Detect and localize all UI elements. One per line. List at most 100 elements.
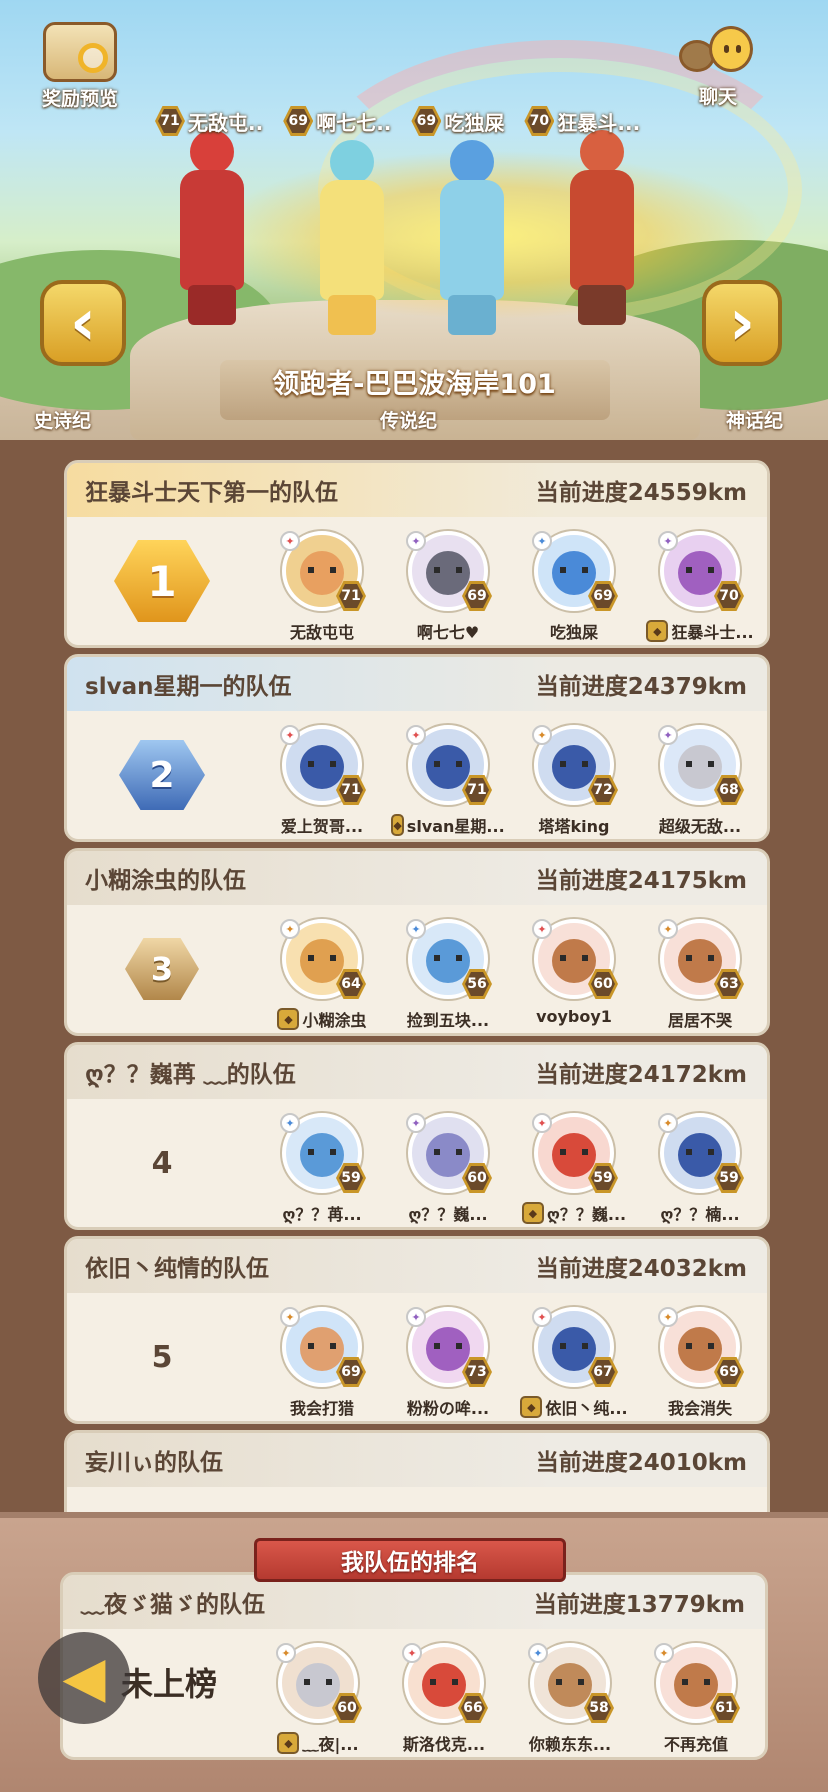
rank-badge-bronze: 3 <box>107 919 217 1019</box>
avatar: ✦ 59 <box>532 1113 618 1193</box>
member[interactable]: ✦ 64 ◆ 小糊涂虫 <box>267 919 377 1031</box>
member[interactable]: ✦ 59 ღ？？楠... <box>645 1113 755 1225</box>
team-card[interactable]: 小糊涂虫的队伍 当前进度24175km 3 ✦ 64 ◆ 小糊涂虫 ✦ 56 捡到五块… <box>64 848 770 1036</box>
member-name: 依旧丶纯... <box>545 1399 628 1418</box>
back-button[interactable]: ◀ <box>38 1632 130 1724</box>
avatar: ✦ 60 <box>532 919 618 999</box>
member[interactable]: ✦ 60 ◆ ﹏夜|... <box>263 1643 373 1755</box>
member[interactable]: ✦ 56 捡到五块... <box>393 919 503 1031</box>
member[interactable]: ✦ 66 斯洛伐克... <box>389 1643 499 1755</box>
member[interactable]: ✦ 72 塔塔king <box>519 725 629 837</box>
member-name: 塔塔king <box>538 817 610 836</box>
member[interactable]: ✦ 73 粉粉の哞... <box>393 1307 503 1419</box>
level-badge: 69 <box>588 581 618 611</box>
element-icon: ✦ <box>658 919 678 939</box>
member-name: 你赖东东... <box>528 1735 612 1754</box>
level-badge: 59 <box>588 1163 618 1193</box>
level-badge: 71 <box>155 106 185 136</box>
element-icon: ✦ <box>654 1643 674 1663</box>
team-name: 狂暴斗士天下第一的队伍 <box>85 480 338 506</box>
rank-badge-silver: 2 <box>107 725 217 825</box>
chevron-left-icon: ‹ <box>69 286 97 360</box>
element-icon: ✦ <box>406 725 426 745</box>
team-progress: 当前进度24010km <box>535 1450 747 1476</box>
team-card[interactable]: 依旧丶纯情的队伍 当前进度24032km 5 ✦ 69 我会打猎 ✦ 73 粉粉の哞… <box>64 1236 770 1424</box>
team-card-header: ﹏夜ゞ猫ゞ的队伍 当前进度13779km <box>63 1575 765 1629</box>
member[interactable]: ✦ 69 吃独屎 <box>519 531 629 643</box>
member[interactable]: ✦ 69 我会打猎 <box>267 1307 377 1419</box>
level-badge: 63 <box>714 969 744 999</box>
era-tab-myth[interactable]: 神话纪 <box>726 406 783 433</box>
level-badge: 60 <box>588 969 618 999</box>
avatar: ✦ 71 <box>406 725 492 805</box>
captain-shield-icon: ◆ <box>391 814 404 836</box>
team-progress: 当前进度24032km <box>535 1256 747 1282</box>
element-icon: ✦ <box>280 919 300 939</box>
element-icon: ✦ <box>406 531 426 551</box>
avatar: ✦ 64 <box>280 919 366 999</box>
captain-shield-icon: ◆ <box>520 1396 543 1418</box>
member[interactable]: ✦ 60 voyboy1 <box>519 919 629 1026</box>
team-progress: 当前进度24175km <box>535 868 747 894</box>
member[interactable]: ✦ 70 ◆ 狂暴斗士... <box>645 531 755 643</box>
level-badge: 66 <box>458 1693 488 1723</box>
element-icon: ✦ <box>280 531 300 551</box>
team-name: 依旧丶纯情的队伍 <box>85 1256 269 1282</box>
member[interactable]: ✦ 60 ღ？？巍... <box>393 1113 503 1225</box>
member[interactable]: ✦ 59 ღ？？苒... <box>267 1113 377 1225</box>
era-tab-epic[interactable]: 史诗纪 <box>34 406 91 433</box>
avatar: ✦ 66 <box>402 1643 488 1723</box>
team-card[interactable]: 妄川ぃ的队伍 当前进度24010km <box>64 1430 770 1512</box>
avatar: ✦ 56 <box>406 919 492 999</box>
team-card-header: ღ？？巍苒 ﹏的队伍 当前进度24172km <box>67 1045 767 1099</box>
rank-badge-gold: 1 <box>107 531 217 631</box>
member-name: 我会消失 <box>667 1399 732 1418</box>
member[interactable]: ✦ 63 居居不哭 <box>645 919 755 1031</box>
team-name: ﹏夜ゞ猫ゞ的队伍 <box>81 1592 265 1618</box>
level-badge: 56 <box>462 969 492 999</box>
team-card[interactable]: ღ？？巍苒 ﹏的队伍 当前进度24172km 4 ✦ 59 ღ？？苒... ✦ 60… <box>64 1042 770 1230</box>
member[interactable]: ✦ 71 无敌屯屯 <box>267 531 377 643</box>
leader-names-row: 71 无敌屯.. 69 啊七七.. 69 吃独屎 70 狂暴斗... <box>155 104 660 138</box>
member-name: 小糊涂虫 <box>302 1011 367 1030</box>
member[interactable]: ✦ 61 不再充值 <box>641 1643 751 1755</box>
member[interactable]: ✦ 59 ◆ ღ？？巍... <box>519 1113 629 1225</box>
reward-preview-button[interactable]: 奖励预览 <box>30 22 130 111</box>
avatar: ✦ 70 <box>658 531 744 611</box>
member[interactable]: ✦ 58 你赖东东... <box>515 1643 625 1755</box>
member-name: 粉粉の哞... <box>406 1399 490 1418</box>
member[interactable]: ✦ 69 我会消失 <box>645 1307 755 1419</box>
team-name: ღ？？巍苒 ﹏的队伍 <box>85 1062 296 1088</box>
arrow-left-icon: ◀ <box>62 1645 106 1710</box>
level-badge: 71 <box>336 775 366 805</box>
member-name: ﹏夜|... <box>302 1735 359 1754</box>
member-name: 无敌屯屯 <box>289 623 354 642</box>
member[interactable]: ✦ 68 超级无敌... <box>645 725 755 837</box>
team-card-header: slvan星期一的队伍 当前进度24379km <box>67 657 767 711</box>
my-team-card[interactable]: ﹏夜ゞ猫ゞ的队伍 当前进度13779km 未上榜 ✦ 60 ◆ ﹏夜|... ✦ 66… <box>60 1572 768 1760</box>
element-icon: ✦ <box>528 1643 548 1663</box>
member[interactable]: ✦ 67 ◆ 依旧丶纯... <box>519 1307 629 1419</box>
member[interactable]: ✦ 69 啊七七♥ <box>393 531 503 643</box>
rank-number: 3 <box>125 938 199 1000</box>
chat-button[interactable]: 聊天 <box>668 22 768 109</box>
prev-era-button[interactable]: ‹ <box>40 280 126 366</box>
chat-bubble-icon <box>673 22 763 80</box>
team-progress: 当前进度24172km <box>535 1062 747 1088</box>
ranking-list[interactable]: 狂暴斗士天下第一的队伍 当前进度24559km 1 ✦ 71 无敌屯屯 ✦ 69 啊… <box>0 440 828 1512</box>
team-card[interactable]: slvan星期一的队伍 当前进度24379km 2 ✦ 71 爱上贺哥... ✦ 7… <box>64 654 770 842</box>
team-card[interactable]: 狂暴斗士天下第一的队伍 当前进度24559km 1 ✦ 71 无敌屯屯 ✦ 69 啊… <box>64 460 770 648</box>
element-icon: ✦ <box>280 1307 300 1327</box>
element-icon: ✦ <box>280 725 300 745</box>
reward-magnifier-icon <box>43 22 117 82</box>
next-era-button[interactable]: › <box>702 280 782 366</box>
member-name: slvan星期... <box>406 817 505 836</box>
member[interactable]: ✦ 71 爱上贺哥... <box>267 725 377 837</box>
level-badge: 58 <box>584 1693 614 1723</box>
captain-shield-icon: ◆ <box>277 1008 300 1030</box>
element-icon: ✦ <box>532 725 552 745</box>
member[interactable]: ✦ 71 ◆ slvan星期... <box>391 725 505 837</box>
leader-tag-4: 70 狂暴斗... <box>524 104 640 138</box>
level-badge: 73 <box>462 1357 492 1387</box>
era-tab-legend[interactable]: 传说纪 <box>380 406 437 433</box>
